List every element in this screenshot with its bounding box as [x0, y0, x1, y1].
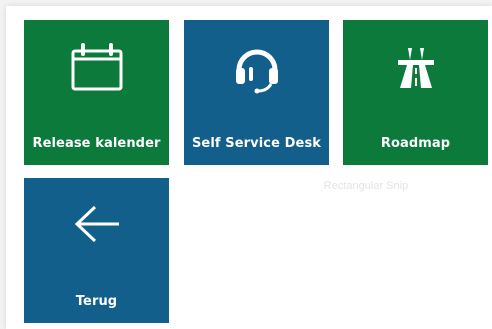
highway-road-icon	[343, 42, 488, 94]
tile-label-release: Release kalender	[32, 136, 161, 151]
headset-icon	[184, 42, 329, 94]
snip-tooltip: Rectangular Snip	[265, 168, 467, 198]
arrow-left-icon	[24, 198, 169, 250]
tile-label-terug: Terug	[75, 294, 118, 309]
tile-label-desk: Self Service Desk	[191, 136, 322, 151]
roadmap-tile[interactable]: Roadmap	[343, 20, 488, 165]
self-service-desk-tile[interactable]: Self Service Desk	[184, 20, 329, 165]
tile-label-roadmap: Roadmap	[380, 136, 451, 151]
terug-back-tile[interactable]: Terug	[24, 178, 169, 323]
calendar-icon	[24, 42, 169, 94]
release-kalender-tile[interactable]: Release kalender	[24, 20, 169, 165]
